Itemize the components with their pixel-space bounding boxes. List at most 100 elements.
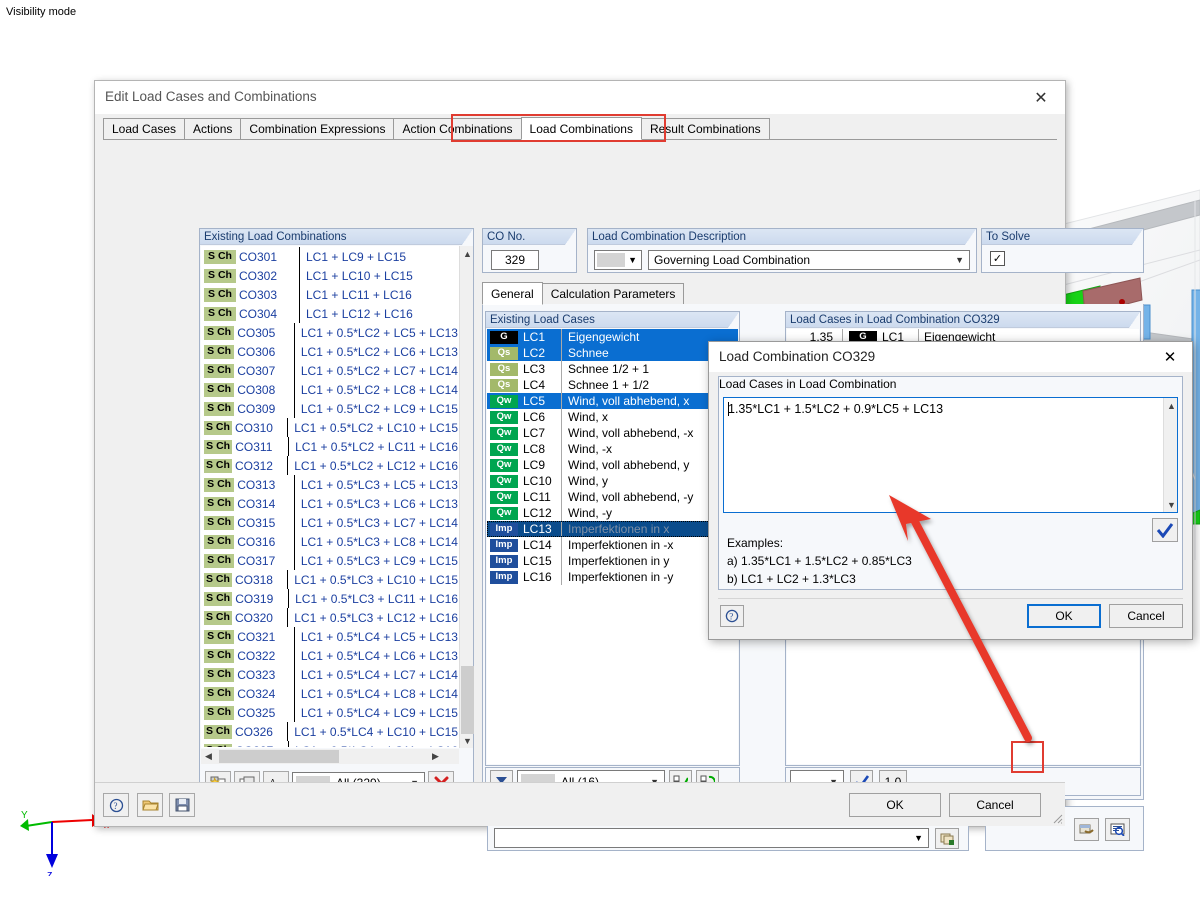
table-row[interactable]: S Ch CO320 LC1 + 0.5*LC3 + LC12 + LC16	[202, 608, 458, 627]
save-icon[interactable]	[169, 793, 195, 817]
list-item[interactable]: Qs LC4 Schnee 1 + 1/2	[487, 377, 738, 393]
apply-expression-button[interactable]	[1152, 518, 1178, 542]
table-row[interactable]: S Ch CO305 LC1 + 0.5*LC2 + LC5 + LC13	[202, 323, 458, 342]
table-row[interactable]: S Ch CO310 LC1 + 0.5*LC2 + LC10 + LC15	[202, 418, 458, 437]
comment-input[interactable]: ▼	[494, 828, 929, 848]
table-row[interactable]: S Ch CO311 LC1 + 0.5*LC2 + LC11 + LC16	[202, 437, 458, 456]
modal-ok-button[interactable]: OK	[1027, 604, 1101, 628]
modal-cancel-button[interactable]: Cancel	[1109, 604, 1183, 628]
load-case-number: LC1	[523, 330, 546, 344]
table-row[interactable]: S Ch CO302 LC1 + LC10 + LC15	[202, 266, 458, 285]
co-number-input[interactable]: 329	[491, 250, 539, 270]
combinations-horizontal-scrollbar[interactable]: ◀ ▶	[201, 749, 459, 764]
to-solve-checkbox[interactable]: ✓	[990, 251, 1005, 266]
table-row[interactable]: S Ch CO314 LC1 + 0.5*LC3 + LC6 + LC13	[202, 494, 458, 513]
column-divider	[288, 741, 290, 747]
combinations-vertical-scrollbar[interactable]: ▲ ▼	[459, 246, 475, 748]
column-divider	[299, 304, 300, 323]
table-row[interactable]: S Ch CO304 LC1 + LC12 + LC16	[202, 304, 458, 323]
table-row[interactable]: S Ch CO309 LC1 + 0.5*LC2 + LC9 + LC15	[202, 399, 458, 418]
table-row[interactable]: S Ch CO315 LC1 + 0.5*LC3 + LC7 + LC14	[202, 513, 458, 532]
table-row[interactable]: S Ch CO319 LC1 + 0.5*LC3 + LC11 + LC16	[202, 589, 458, 608]
cancel-button[interactable]: Cancel	[949, 793, 1041, 817]
chevron-left-icon[interactable]: ◀	[201, 751, 216, 762]
list-item[interactable]: Imp LC15 Imperfektionen in y	[487, 553, 738, 569]
chevron-up-icon[interactable]: ▲	[460, 246, 475, 261]
tab-load-cases[interactable]: Load Cases	[103, 118, 186, 139]
table-row[interactable]: S Ch CO326 LC1 + 0.5*LC4 + LC10 + LC15	[202, 722, 458, 741]
table-row[interactable]: S Ch CO323 LC1 + 0.5*LC4 + LC7 + LC14	[202, 665, 458, 684]
tab-general[interactable]: General	[482, 282, 543, 305]
close-icon[interactable]: ✕	[1021, 85, 1061, 110]
column-divider	[561, 345, 562, 361]
chevron-down-icon[interactable]: ▼	[955, 255, 964, 265]
chevron-right-icon[interactable]: ▶	[428, 751, 443, 762]
tab-action-combinations[interactable]: Action Combinations	[393, 118, 522, 139]
tab-calculation-parameters[interactable]: Calculation Parameters	[541, 283, 685, 304]
chevron-down-icon[interactable]: ▼	[914, 833, 923, 843]
table-row[interactable]: S Ch CO325 LC1 + 0.5*LC4 + LC9 + LC15	[202, 703, 458, 722]
combination-number: CO301	[239, 249, 278, 264]
chevron-down-icon[interactable]: ▼	[460, 733, 475, 748]
combination-expression: LC1 + LC9 + LC15	[306, 249, 407, 264]
combination-type-badge: S Ch	[204, 325, 235, 340]
table-row[interactable]: S ChCO327 LC1 + 0.5*LC4 + LC11 + LC16	[202, 741, 458, 747]
list-item[interactable]: Imp LC14 Imperfektionen in -x	[487, 537, 738, 553]
list-item[interactable]: Qs LC2 Schnee	[487, 345, 738, 361]
list-item[interactable]: Qw LC8 Wind, -x	[487, 441, 738, 457]
expression-textarea[interactable]: 1.35*LC1 + 1.5*LC2 + 0.9*LC5 + LC13 ▲ ▼	[723, 397, 1178, 513]
chevron-down-icon[interactable]: ▼	[628, 255, 637, 265]
load-combination-description-group: Load Combination Description ▼ Governing…	[587, 228, 977, 273]
list-item[interactable]: G LC1 Eigengewicht	[487, 329, 738, 345]
table-row[interactable]: S Ch CO316 LC1 + 0.5*LC3 + LC8 + LC14	[202, 532, 458, 551]
tab-actions[interactable]: Actions	[184, 118, 242, 139]
tab-load-combinations[interactable]: Load Combinations	[520, 117, 642, 140]
list-item[interactable]: Qw LC5 Wind, voll abhebend, x	[487, 393, 738, 409]
list-item[interactable]: Qs LC3 Schnee 1/2 + 1	[487, 361, 738, 377]
ok-button[interactable]: OK	[849, 793, 941, 817]
table-row[interactable]: S Ch CO313 LC1 + 0.5*LC3 + LC5 + LC13	[202, 475, 458, 494]
list-item[interactable]: Qw LC10 Wind, y	[487, 473, 738, 489]
table-row[interactable]: S Ch CO301 LC1 + LC9 + LC15	[202, 247, 458, 266]
chevron-up-icon[interactable]: ▲	[1164, 398, 1179, 413]
close-icon[interactable]: ✕	[1152, 345, 1188, 369]
existing-load-combinations-list[interactable]: S Ch CO301 LC1 + LC9 + LC15 S Ch CO302 LC1 + …	[201, 246, 459, 748]
load-case-number: LC12	[523, 506, 552, 520]
table-row[interactable]: S Ch CO321 LC1 + 0.5*LC4 + LC5 + LC13	[202, 627, 458, 646]
open-folder-icon[interactable]	[137, 793, 163, 817]
tab-result-combinations[interactable]: Result Combinations	[640, 118, 770, 139]
help-icon[interactable]: ?	[720, 605, 744, 627]
expression-scrollbar[interactable]: ▲ ▼	[1163, 398, 1177, 512]
list-item[interactable]: Qw LC11 Wind, voll abhebend, -y	[487, 489, 738, 505]
column-divider	[287, 570, 289, 589]
list-item[interactable]: Imp LC13 Imperfektionen in x	[487, 521, 738, 537]
list-item[interactable]: Qw LC12 Wind, -y	[487, 505, 738, 521]
table-row[interactable]: S Ch CO312 LC1 + 0.5*LC2 + LC12 + LC16	[202, 456, 458, 475]
table-row[interactable]: S Ch CO308 LC1 + 0.5*LC2 + LC8 + LC14	[202, 380, 458, 399]
table-row[interactable]: S Ch CO307 LC1 + 0.5*LC2 + LC7 + LC14	[202, 361, 458, 380]
list-item[interactable]: Qw LC7 Wind, voll abhebend, -x	[487, 425, 738, 441]
table-row[interactable]: S Ch CO306 LC1 + 0.5*LC2 + LC6 + LC13	[202, 342, 458, 361]
existing-load-cases-list[interactable]: G LC1 Eigengewicht Qs LC2 Schnee Qs LC3 Schnee 1…	[487, 329, 738, 764]
combination-number: CO312	[234, 458, 273, 473]
tab-combination-expressions[interactable]: Combination Expressions	[240, 118, 395, 139]
description-color-select[interactable]: ▼	[594, 250, 642, 270]
chevron-down-icon[interactable]: ▼	[1164, 497, 1179, 512]
table-row[interactable]: S Ch CO317 LC1 + 0.5*LC3 + LC9 + LC15	[202, 551, 458, 570]
list-item[interactable]: Imp LC16 Imperfektionen in -y	[487, 569, 738, 585]
combination-settings-icon[interactable]	[1074, 818, 1099, 841]
description-combobox[interactable]: Governing Load Combination ▼	[648, 250, 970, 270]
table-row[interactable]: S Ch CO303 LC1 + LC11 + LC16	[202, 285, 458, 304]
pick-comment-icon[interactable]	[935, 828, 959, 849]
help-icon[interactable]: ?	[103, 793, 129, 817]
table-row[interactable]: S Ch CO318 LC1 + 0.5*LC3 + LC10 + LC15	[202, 570, 458, 589]
combination-number: CO305	[237, 325, 276, 340]
table-row[interactable]: S Ch CO324 LC1 + 0.5*LC4 + LC8 + LC14	[202, 684, 458, 703]
scroll-thumb[interactable]	[461, 666, 474, 734]
table-row[interactable]: S Ch CO322 LC1 + 0.5*LC4 + LC6 + LC13	[202, 646, 458, 665]
resize-grip-icon[interactable]	[1051, 812, 1063, 824]
edit-expression-magnifier-icon[interactable]	[1105, 818, 1130, 841]
list-item[interactable]: Qw LC6 Wind, x	[487, 409, 738, 425]
hscroll-thumb[interactable]	[219, 750, 339, 763]
list-item[interactable]: Qw LC9 Wind, voll abhebend, y	[487, 457, 738, 473]
